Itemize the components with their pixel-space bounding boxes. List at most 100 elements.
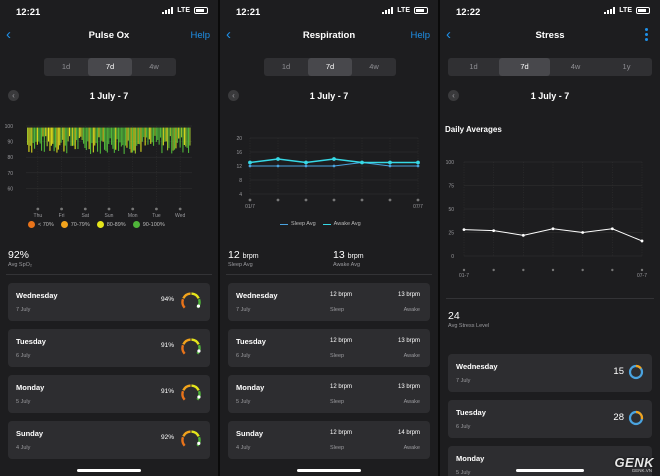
y-tick-label: 50 [448, 207, 454, 213]
tab-4w[interactable]: 4w [550, 58, 601, 76]
spo2-reading-bar [162, 127, 164, 146]
legend-item-90-100: 90-100% [132, 221, 165, 228]
x-tick-dot [388, 198, 392, 202]
date-range: 1 July - 7 [309, 91, 349, 101]
spo2-gauge-icon [181, 430, 201, 447]
day-card[interactable]: Sunday 4 July 12 brpm Sleep 14 brpm Awak… [228, 421, 430, 459]
spo2-reading-bar [122, 127, 124, 146]
spo2-reading-bar [34, 127, 36, 149]
network-label: LTE [619, 7, 632, 14]
spo2-reading-bar [157, 127, 159, 141]
spo2-reading-bar [94, 127, 96, 146]
day-name: Wednesday [456, 362, 498, 371]
day-spo2-value: 92% [160, 434, 174, 441]
x-tick-dot [60, 207, 63, 211]
x-tick-dot [492, 268, 495, 272]
spo2-reading-bar [127, 127, 129, 141]
tab-1d[interactable]: 1d [44, 58, 88, 76]
awake-avg-value: 13 [333, 249, 345, 261]
awake-label: Awake [403, 399, 420, 405]
spo2-reading-bar [113, 127, 115, 153]
spo2-reading-bar [64, 127, 66, 146]
more-vertical-icon[interactable] [645, 28, 648, 43]
network-label: LTE [397, 7, 410, 14]
gauge-segment [191, 338, 200, 345]
tab-7d[interactable]: 7d [499, 58, 550, 76]
help-button[interactable]: Help [190, 30, 210, 41]
home-indicator[interactable] [77, 469, 141, 472]
spo2-legend: < 70% 70-79% 80-89% 90-100% [28, 221, 172, 228]
legend-dot [60, 221, 68, 228]
stress-point [610, 227, 614, 231]
spo2-reading-bar [69, 127, 71, 137]
respiration-chart: 20 16 12 8 401/7 07/7 [236, 136, 423, 210]
y-tick-label: 90 [7, 140, 13, 146]
spo2-reading-bar [53, 127, 55, 152]
home-indicator[interactable] [516, 469, 584, 472]
tab-4w[interactable]: 4w [352, 58, 396, 76]
spo2-reading-bar [111, 127, 113, 145]
status-icons: LTE [382, 7, 428, 14]
x-tick-dot [416, 198, 420, 202]
x-tick-dot [155, 207, 158, 211]
tab-1d[interactable]: 1d [264, 58, 308, 76]
day-card[interactable]: Sunday 4 July 92% [8, 421, 210, 459]
help-button[interactable]: Help [410, 30, 430, 41]
spo2-gauge-icon [181, 384, 201, 401]
spo2-reading-bar [151, 127, 153, 143]
spo2-reading-bar [98, 127, 100, 138]
legend-item-awake: Awake Avg [322, 221, 361, 227]
day-card[interactable]: Wednesday 7 July 15 [448, 354, 652, 392]
status-bar: 12:21 LTE [0, 0, 218, 22]
spo2-reading-bar [97, 127, 99, 152]
spo2-reading-bar [181, 127, 183, 138]
chart-heading: Daily Averages [445, 125, 502, 134]
series-point [304, 160, 308, 165]
spo2-reading-bar [153, 127, 155, 146]
spo2-reading-bar [77, 127, 79, 150]
sleep-value: 12 brpm [330, 338, 353, 344]
gauge-segment [181, 298, 186, 309]
spo2-reading-bar [115, 127, 117, 150]
day-card[interactable]: Wednesday 7 July 94% [8, 283, 210, 321]
home-indicator[interactable] [297, 469, 361, 472]
day-card[interactable]: Monday 5 July 12 brpm Sleep 13 brpm Awak… [228, 375, 430, 413]
gauge-segment [181, 344, 186, 355]
day-card[interactable]: Tuesday 6 July 91% [8, 329, 210, 367]
stress-point [581, 231, 585, 234]
spo2-reading-bar [84, 127, 86, 149]
respiration-legend: Sleep Avg Awake Avg [280, 221, 368, 227]
day-spo2-value: 91% [160, 342, 174, 349]
range-tabs: 1d 7d 4w 1y [448, 58, 652, 76]
y-tick-label: 16 [236, 150, 242, 156]
tab-1y[interactable]: 1y [601, 58, 652, 76]
series-point [332, 164, 336, 168]
day-date: 7 July [236, 307, 251, 313]
avg-stress-label: Avg Stress Level [448, 323, 490, 329]
sleep-avg-label: Sleep Avg [228, 262, 253, 268]
tab-7d[interactable]: 7d [88, 58, 132, 76]
day-card[interactable]: Monday 5 July 91% [8, 375, 210, 413]
spo2-reading-bar [172, 127, 174, 151]
tab-4w[interactable]: 4w [132, 58, 176, 76]
spo2-reading-bar [112, 127, 114, 149]
page-title: Pulse Ox [88, 30, 130, 41]
spo2-reading-bar [83, 127, 85, 144]
tab-7d[interactable]: 7d [308, 58, 352, 76]
spo2-reading-bar [62, 127, 64, 140]
day-date: 7 July [456, 378, 471, 384]
status-icons: LTE [162, 7, 208, 14]
day-card[interactable]: Tuesday 6 July 12 brpm Sleep 13 brpm Awa… [228, 329, 430, 367]
spo2-reading-bar [120, 127, 122, 147]
gauge-segment [182, 292, 191, 299]
sleep-label: Sleep [330, 445, 345, 451]
day-card[interactable]: Tuesday 6 July 28 [448, 400, 652, 438]
spo2-reading-bar [105, 127, 107, 151]
spo2-reading-bar [150, 127, 152, 144]
spo2-reading-bar [45, 127, 47, 137]
tab-1d[interactable]: 1d [448, 58, 499, 76]
legend-item-sleep: Sleep Avg [280, 221, 316, 227]
spo2-reading-bar [143, 127, 145, 138]
spo2-reading-bar [160, 127, 162, 138]
day-card[interactable]: Wednesday 7 July 12 brpm Sleep 13 brpm A… [228, 283, 430, 321]
